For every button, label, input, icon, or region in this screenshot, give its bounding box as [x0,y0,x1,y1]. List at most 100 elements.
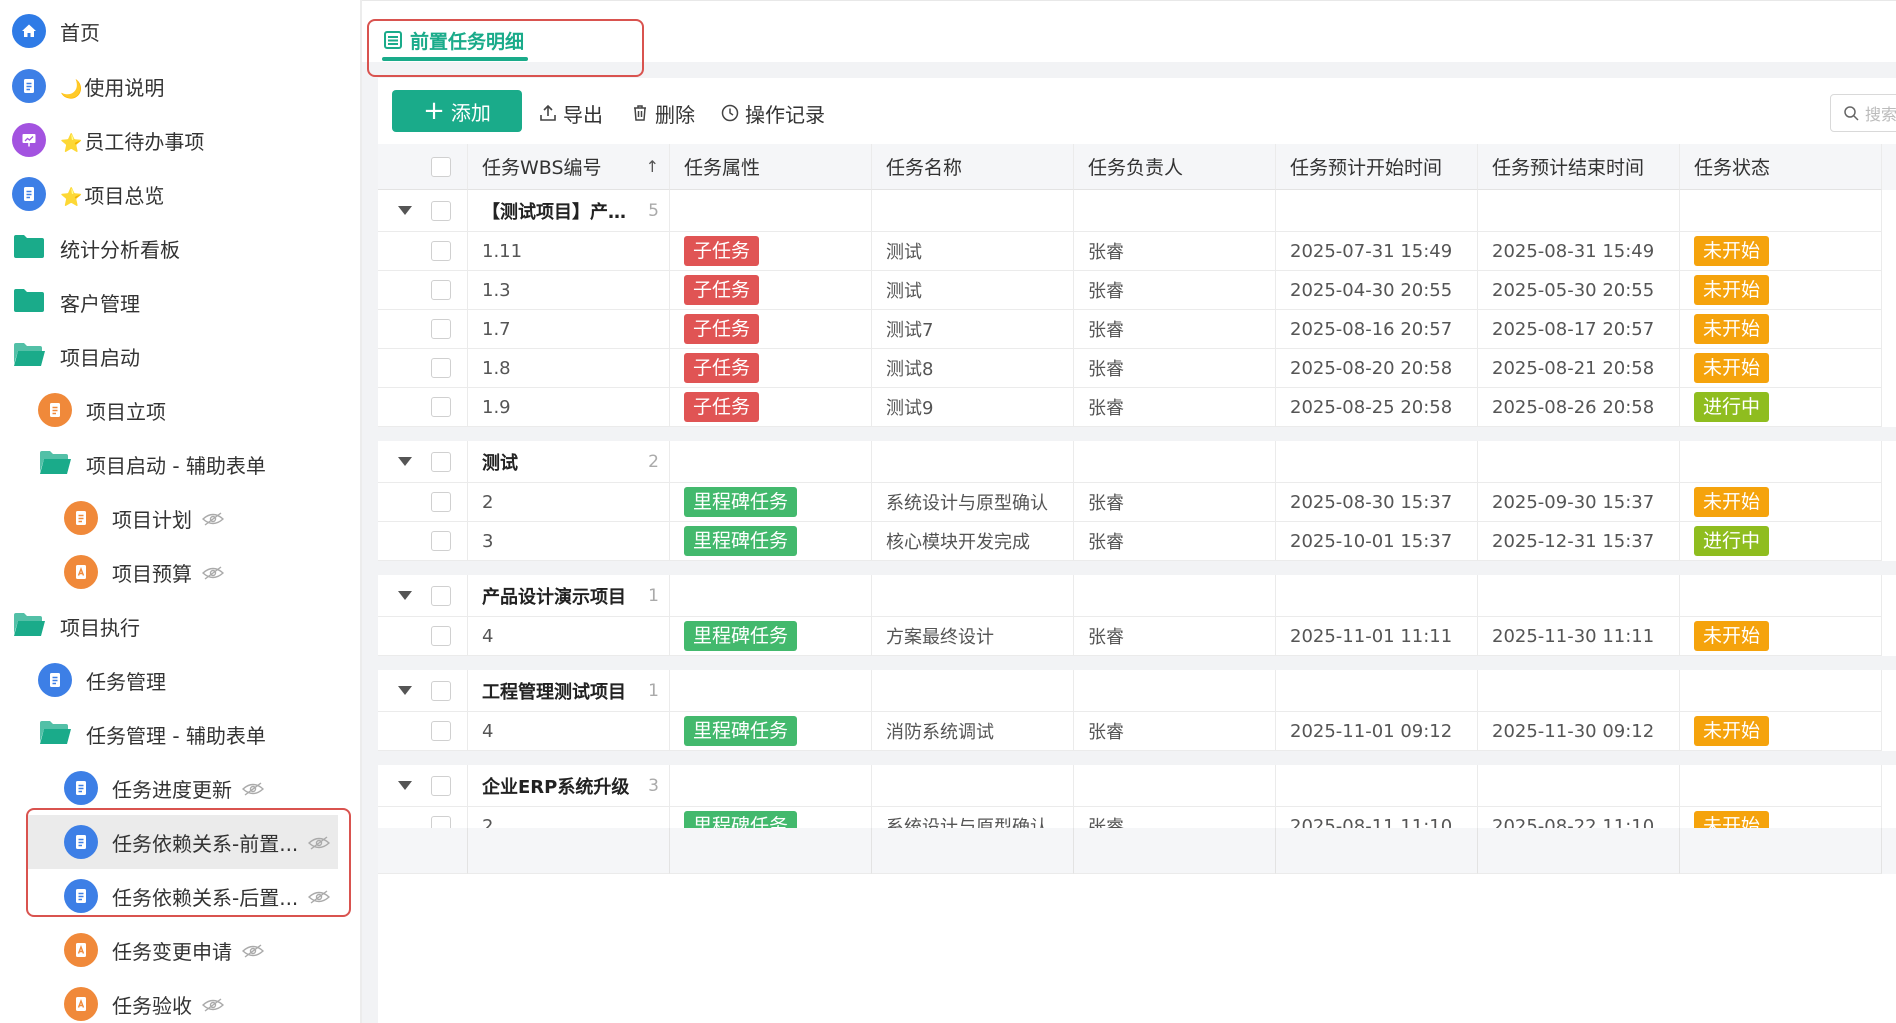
column-header[interactable]: 任务预计结束时间 [1478,144,1680,190]
footer-cell [378,828,468,874]
table-row[interactable]: 1.9 子任务 测试9 张睿 2025-08-25 20:58 2025-08-… [378,388,1896,427]
table-row[interactable]: 3 里程碑任务 核心模块开发完成 张睿 2025-10-01 15:37 202… [378,522,1896,561]
sidebar-item-6[interactable]: 项目启动 [0,329,362,383]
sidebar-item-5[interactable]: 客户管理 [0,275,362,329]
group-row[interactable]: 企业ERP系统升级 3 [378,765,1896,807]
sidebar-item-11[interactable]: 项目执行 [0,599,362,653]
column-header[interactable]: 任务预计开始时间 [1276,144,1478,190]
table-row[interactable]: 2 里程碑任务 系统设计与原型确认 张睿 2025-08-30 15:37 20… [378,483,1896,522]
sidebar-item-17[interactable]: 任务变更申请 [0,923,362,977]
tab-bar: 前置任务明细 [362,0,1896,62]
column-header[interactable]: 任务状态 [1680,144,1882,190]
sidebar-item-9[interactable]: 项目计划 [0,491,362,545]
row-checkbox[interactable] [431,531,451,551]
group-count: 1 [648,585,659,606]
group-gap [378,561,1896,575]
group-row[interactable]: 测试 2 [378,441,1896,483]
column-header[interactable]: 任务负责人 [1074,144,1276,190]
table-row[interactable]: 1.3 子任务 测试 张睿 2025-04-30 20:55 2025-05-3… [378,271,1896,310]
column-header[interactable]: 任务WBS编号 ↑ [468,144,670,190]
sidebar-item-7[interactable]: 项目立项 [0,383,362,437]
group-row[interactable]: 工程管理测试项目 1 [378,670,1896,712]
column-header[interactable]: 任务属性 [670,144,872,190]
group-title: 【测试项目】产品... [482,201,632,223]
status-tag: 未开始 [1694,275,1770,305]
row-checkbox[interactable] [431,319,451,339]
group-empty-cell [1478,190,1680,232]
sidebar-item-13[interactable]: 任务管理 - 辅助表单 [0,707,362,761]
sidebar-item-1[interactable]: 🌙 使用说明 [0,59,362,113]
row-select-cell [378,617,468,656]
document-icon [64,879,98,913]
sidebar-item-label: 客户管理 [60,288,140,317]
cell-name: 消防系统调试 [872,712,1074,751]
group-title-cell: 企业ERP系统升级 3 [468,765,670,807]
trash-icon [634,105,646,121]
sidebar-item-0[interactable]: 首页 [0,4,362,58]
sidebar-item-14[interactable]: 任务进度更新 [0,761,362,815]
sidebar-item-2[interactable]: ⭐ 员工待办事项 [0,113,362,167]
group-empty-cell [1074,670,1276,712]
sidebar-item-16[interactable]: 任务依赖关系-后置... [0,869,362,923]
row-checkbox[interactable] [431,397,451,417]
cell-status: 进行中 [1680,388,1882,427]
group-toggle-cell [378,670,468,712]
group-checkbox[interactable] [431,451,451,472]
sidebar-item-15[interactable]: 任务依赖关系-前置... [28,815,338,869]
sidebar-item-10[interactable]: 项目预算 [0,545,362,599]
table-row[interactable]: 1.11 子任务 测试 张睿 2025-07-31 15:49 2025-08-… [378,232,1896,271]
caret-down-icon[interactable] [398,591,412,600]
hidden-eye-icon [241,943,265,958]
table-footer [378,828,1896,874]
delete-button[interactable]: 删除 [630,98,695,128]
column-header[interactable]: 任务名称 [872,144,1074,190]
group-checkbox[interactable] [431,200,451,221]
group-checkbox[interactable] [431,775,451,796]
sidebar-item-4[interactable]: 统计分析看板 [0,221,362,275]
sidebar-item-text: 任务管理 - 辅助表单 [86,723,266,748]
document-icon [38,663,72,697]
row-checkbox[interactable] [431,280,451,300]
group-row[interactable]: 产品设计演示项目 1 [378,575,1896,617]
sidebar-item-12[interactable]: 任务管理 [0,653,362,707]
sidebar-item-8[interactable]: 项目启动 - 辅助表单 [0,437,362,491]
sidebar-item-text: 客户管理 [60,291,140,316]
row-checkbox[interactable] [431,358,451,378]
group-checkbox[interactable] [431,585,451,606]
sidebar-item-label: 项目预算 [112,558,192,587]
group-toggle-cell [378,190,468,232]
table-row[interactable]: 1.8 子任务 测试8 张睿 2025-08-20 20:58 2025-08-… [378,349,1896,388]
caret-down-icon[interactable] [398,686,412,695]
select-all-checkbox[interactable] [431,156,451,177]
table-row[interactable]: 4 里程碑任务 方案最终设计 张睿 2025-11-01 11:11 2025-… [378,617,1896,656]
plus-icon: + [423,96,445,126]
table-row[interactable]: 4 里程碑任务 消防系统调试 张睿 2025-11-01 09:12 2025-… [378,712,1896,751]
cell-wbs: 4 [468,712,670,751]
group-checkbox[interactable] [431,680,451,701]
tab-predecessor-details[interactable]: 前置任务明细 [384,21,524,59]
group-row[interactable]: 【测试项目】产品... 5 [378,190,1896,232]
caret-down-icon[interactable] [398,206,412,215]
sidebar-item-18[interactable]: 任务验收 [0,977,362,1023]
cell-attr: 子任务 [670,232,872,271]
main-content: 前置任务明细 + 添加 导出 删除 操作记录 搜索 任务WBS编号 ↑ 任务属性… [362,0,1896,1023]
status-tag: 未开始 [1694,487,1770,517]
search-input[interactable]: 搜索 [1830,94,1896,132]
sidebar-item-label: 任务变更申请 [112,936,232,965]
row-checkbox[interactable] [431,492,451,512]
sidebar-item-3[interactable]: ⭐ 项目总览 [0,167,362,221]
attr-tag: 子任务 [684,392,760,422]
row-checkbox[interactable] [431,241,451,261]
sort-up-icon[interactable]: ↑ [646,157,659,176]
export-label: 导出 [563,102,603,127]
table-row[interactable]: 1.7 子任务 测试7 张睿 2025-08-16 20:57 2025-08-… [378,310,1896,349]
add-button[interactable]: + 添加 [392,90,522,132]
caret-down-icon[interactable] [398,457,412,466]
sidebar-item-label: 项目立项 [86,396,166,425]
row-checkbox[interactable] [431,626,451,646]
history-button[interactable]: 操作记录 [720,98,825,128]
status-tag: 未开始 [1694,353,1770,383]
export-button[interactable]: 导出 [538,98,603,128]
caret-down-icon[interactable] [398,781,412,790]
row-checkbox[interactable] [431,721,451,741]
